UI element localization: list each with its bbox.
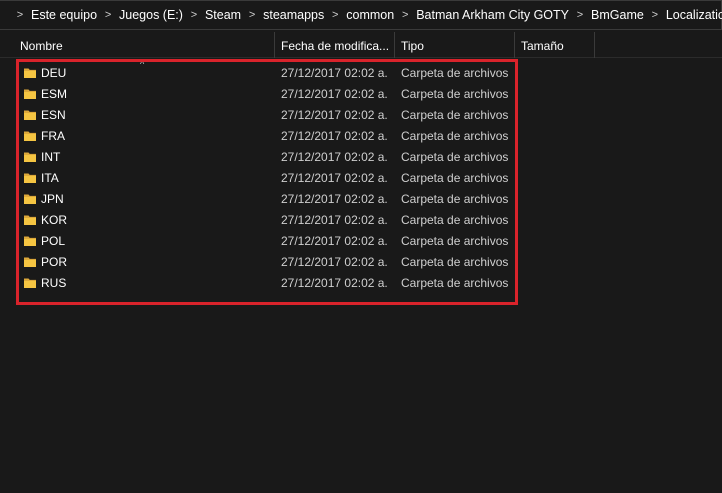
breadcrumb-item[interactable]: Localization — [666, 8, 722, 22]
breadcrumb-item[interactable]: Batman Arkham City GOTY — [416, 8, 569, 22]
highlight-box — [16, 59, 518, 305]
breadcrumb-item[interactable]: Steam — [205, 8, 241, 22]
breadcrumb-separator[interactable]: > — [331, 9, 339, 21]
column-divider[interactable] — [594, 32, 595, 58]
column-name[interactable]: Nombre — [14, 32, 274, 58]
breadcrumb-item[interactable]: BmGame — [591, 8, 644, 22]
breadcrumb-item[interactable]: Este equipo — [31, 8, 97, 22]
address-box[interactable]: > Este equipo > Juegos (E:) > Steam > steamapps… — [0, 0, 722, 30]
column-type[interactable]: Tipo — [395, 32, 514, 58]
breadcrumb-item[interactable]: steamapps — [263, 8, 324, 22]
breadcrumb-separator[interactable]: > — [401, 9, 409, 21]
column-date[interactable]: Fecha de modifica... — [275, 32, 394, 58]
breadcrumb: > Este equipo > Juegos (E:) > Steam > steamapps… — [9, 1, 722, 29]
breadcrumb-separator[interactable]: > — [104, 9, 112, 21]
breadcrumb-item[interactable]: Juegos (E:) — [119, 8, 183, 22]
column-header: ^ Nombre Fecha de modifica... Tipo Tamañ… — [0, 32, 722, 69]
address-bar: > Este equipo > Juegos (E:) > Steam > steamapps… — [0, 0, 722, 32]
breadcrumb-separator[interactable]: > — [576, 9, 584, 21]
column-size[interactable]: Tamaño — [515, 32, 594, 58]
breadcrumb-separator[interactable]: > — [16, 9, 24, 21]
breadcrumb-separator[interactable]: > — [248, 9, 256, 21]
breadcrumb-separator[interactable]: > — [190, 9, 198, 21]
breadcrumb-item[interactable]: common — [346, 8, 394, 22]
breadcrumb-separator[interactable]: > — [651, 9, 659, 21]
